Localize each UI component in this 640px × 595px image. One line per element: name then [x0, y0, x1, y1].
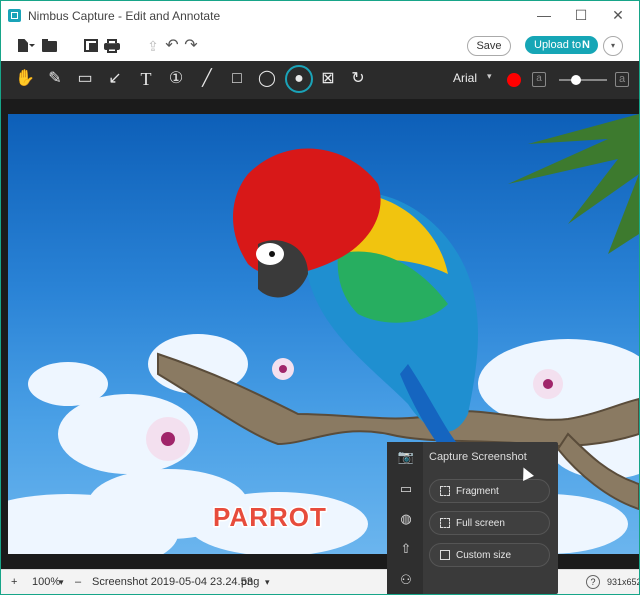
font-family-select[interactable]: Arial [453, 71, 477, 85]
title-bar: Nimbus Capture - Edit and Annotate — ☐ ✕ [1, 1, 639, 31]
window-title: Nimbus Capture - Edit and Annotate [28, 9, 221, 23]
zoom-chevron-icon[interactable]: ▾ [59, 577, 64, 588]
highlighter-tool-icon[interactable]: ▭ [72, 65, 98, 93]
app-logo-icon [8, 9, 21, 22]
save-button[interactable]: Save [467, 36, 511, 56]
capture-item-label: Full screen [456, 518, 505, 529]
upload-button-label: Upload to [534, 39, 582, 51]
pen-tool-icon[interactable]: ✎ [42, 65, 68, 93]
zoom-select[interactable]: 100% [32, 576, 60, 588]
numbering-tool-icon[interactable]: ① [163, 65, 189, 93]
hand-tool-icon[interactable]: ✋ [12, 65, 38, 93]
print-icon[interactable] [104, 38, 122, 54]
format-select[interactable]: png [241, 576, 259, 588]
close-button[interactable]: ✕ [603, 6, 633, 24]
app-window: Nimbus Capture - Edit and Annotate — ☐ ✕… [0, 0, 640, 595]
minimize-button[interactable]: — [529, 6, 559, 24]
capture-custom-size-button[interactable]: Custom size [429, 543, 550, 567]
capture-full-screen-button[interactable]: Full screen [429, 511, 550, 535]
more-options-button[interactable]: ▾ [603, 36, 623, 56]
fragment-icon [440, 486, 450, 496]
copy-icon[interactable] [83, 38, 101, 54]
color-picker-button[interactable] [507, 73, 521, 87]
capture-item-label: Custom size [456, 550, 512, 561]
upload-cloud-icon[interactable]: ⇪ [144, 38, 162, 54]
custom-size-icon [440, 550, 450, 560]
filename-field[interactable]: Screenshot 2019-05-04 23.24.53 [92, 576, 253, 588]
text-tool-icon[interactable]: T [133, 65, 159, 93]
parrot-logo-text: PARROT [213, 502, 327, 532]
upload-button[interactable]: Upload to N [525, 36, 598, 54]
text-size-large-icon[interactable]: a [615, 72, 629, 87]
capture-item-label: Fragment [456, 486, 499, 497]
crop-tool-icon[interactable]: ⊠ [315, 65, 341, 93]
text-size-small-icon[interactable]: a [532, 72, 546, 87]
capture-fragment-button[interactable]: Fragment [429, 479, 550, 503]
camera-icon[interactable]: 📷 [397, 448, 415, 466]
slider-knob[interactable] [570, 75, 581, 85]
chevron-down-icon[interactable]: ▾ [487, 71, 492, 82]
palette-icon[interactable]: ◍ [397, 510, 415, 528]
zoom-out-button[interactable]: – [75, 576, 81, 588]
zoom-in-button[interactable]: + [11, 576, 17, 588]
nimbus-brand-icon: N [582, 39, 590, 51]
new-document-icon[interactable] [16, 38, 35, 54]
undo-icon[interactable]: ↶ [163, 38, 181, 54]
arrow-tool-icon[interactable]: ↙ [102, 65, 128, 93]
palm-leaves [508, 114, 639, 254]
line-tool-icon[interactable]: ╱ [194, 65, 220, 93]
user-icon[interactable]: ⚇ [397, 571, 415, 589]
upload-image-icon[interactable]: ⇧ [397, 540, 415, 558]
open-folder-icon[interactable] [41, 38, 59, 54]
video-camera-icon[interactable]: ▭ [397, 480, 415, 498]
format-chevron-icon[interactable]: ▾ [265, 577, 270, 588]
maximize-button[interactable]: ☐ [566, 6, 596, 24]
ellipse-tool-icon[interactable]: ◯ [254, 65, 280, 93]
full-screen-icon [440, 518, 450, 528]
image-dimensions: 931x652 [607, 577, 640, 587]
rectangle-tool-icon[interactable]: □ [224, 65, 250, 93]
stroke-size-slider[interactable] [559, 79, 607, 81]
capture-menu-title: Capture Screenshot [429, 451, 527, 463]
blur-tool-icon[interactable]: ● [285, 65, 313, 93]
rotate-tool-icon[interactable]: ↻ [345, 65, 371, 93]
redo-icon[interactable]: ↷ [182, 38, 200, 54]
help-icon[interactable]: ? [586, 575, 600, 589]
